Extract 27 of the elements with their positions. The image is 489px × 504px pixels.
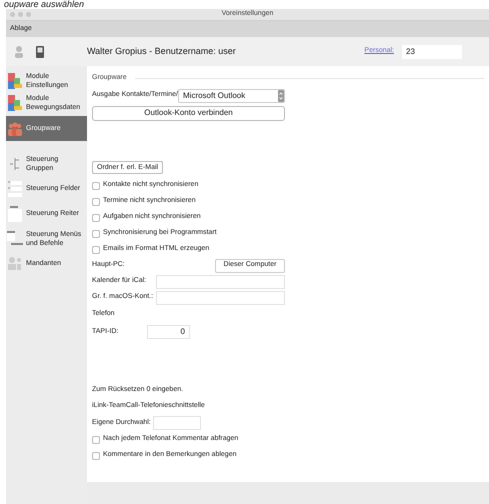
checkbox[interactable]: [92, 246, 100, 254]
device-icon[interactable]: [36, 46, 44, 58]
menus-icon: [7, 230, 23, 246]
people-icon: [7, 122, 23, 136]
user-name-text: Walter Gropius - Benutzername: user: [87, 44, 236, 58]
output-select[interactable]: Microsoft Outlook: [178, 88, 285, 102]
tabs-icon: [8, 206, 22, 222]
input-field[interactable]: [156, 290, 285, 304]
personal-field[interactable]: 23: [402, 44, 462, 58]
input-field[interactable]: [156, 274, 285, 288]
checkbox[interactable]: [92, 182, 100, 190]
input-field[interactable]: 0: [147, 325, 190, 339]
input-field[interactable]: [153, 416, 201, 430]
checkbox[interactable]: [92, 436, 100, 444]
blocks-icon: [8, 73, 22, 89]
person-icon[interactable]: [14, 45, 24, 58]
checkbox[interactable]: [92, 230, 100, 238]
clients-icon: [8, 256, 22, 270]
checkbox[interactable]: [92, 198, 100, 206]
tree-icon: [10, 156, 20, 170]
stepper-icon: [278, 90, 284, 102]
checkbox[interactable]: [92, 452, 100, 460]
checkbox[interactable]: [92, 214, 100, 222]
fields-icon: [8, 180, 22, 196]
connect-button[interactable]: Outlook-Konto verbinden: [92, 106, 285, 120]
blocks-icon: [8, 95, 22, 111]
caption-text: oupware auswählen: [3, 0, 86, 9]
